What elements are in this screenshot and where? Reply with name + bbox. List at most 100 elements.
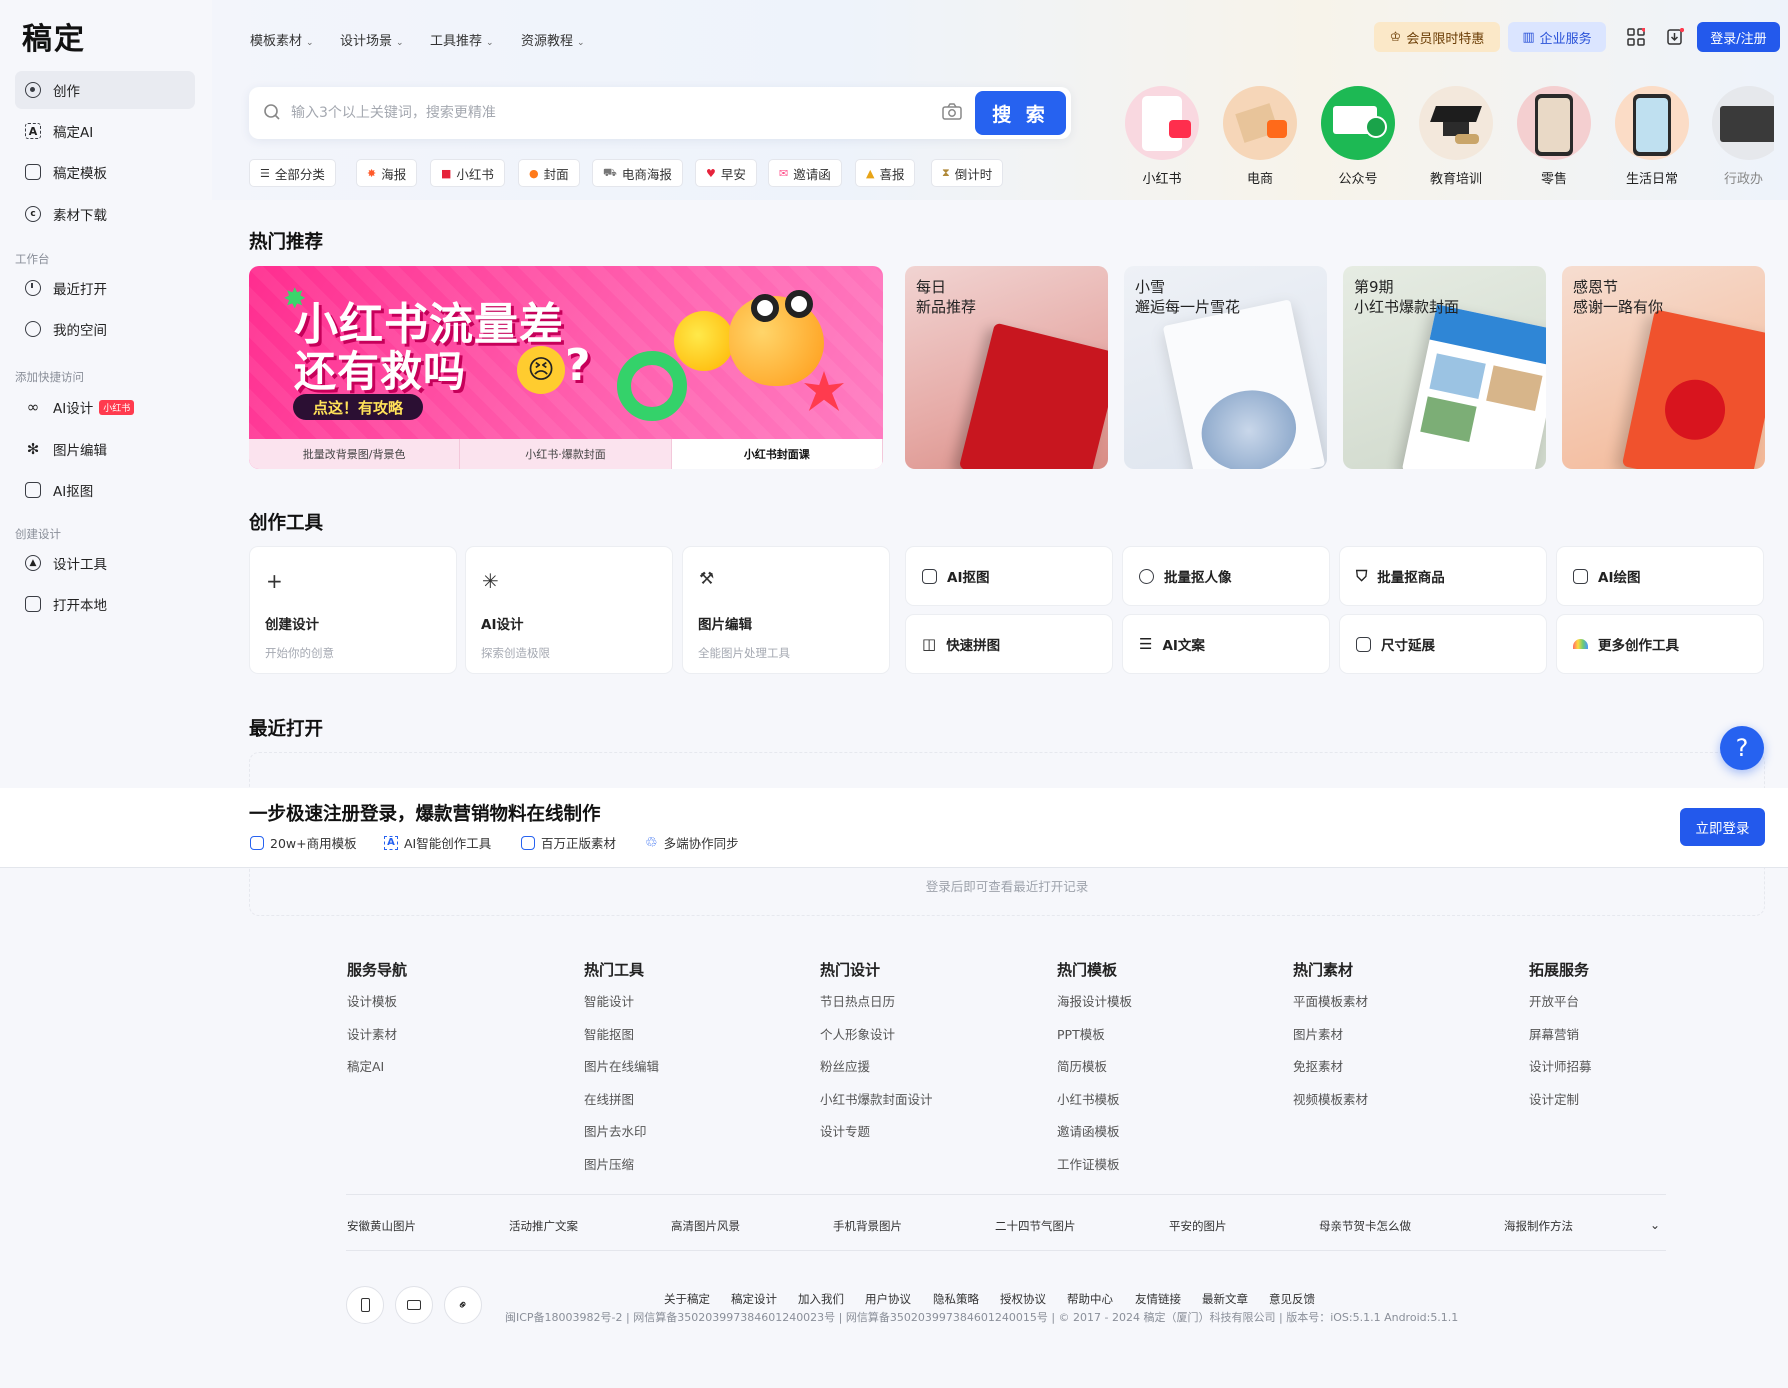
nav-menu-templates[interactable]: 模板素材 ⌄ [250,30,314,49]
nav-menu-tools[interactable]: 工具推荐 ⌄ [430,30,494,49]
footer-link[interactable]: 小红书爆款封面设计 [820,1089,933,1122]
chevron-down-icon[interactable]: ⌄ [1650,1218,1660,1232]
footer-link[interactable]: 简历模板 [1057,1056,1132,1089]
tool-ai-design[interactable]: ✳ AI设计 探索创造极限 [465,546,673,674]
chip-ecommerce-poster[interactable]: ⛟ 电商海报 [592,159,683,187]
footer-bottom-link[interactable]: 意见反馈 [1269,1291,1315,1307]
hero-banner[interactable]: ✸ 小红书流量差 还有救吗 😣 ? 点这！有攻略 批量改背景图/背景色 小红书·… [249,266,883,469]
chip-countdown[interactable]: ⧗ 倒计时 [931,159,1004,187]
keyword-link[interactable]: 母亲节贺卡怎么做 [1319,1218,1411,1234]
chip-all-categories[interactable]: ☰ 全部分类 [249,159,336,187]
tool-more-tools[interactable]: 更多创作工具 [1556,614,1764,674]
footer-link[interactable]: 设计模板 [347,991,407,1024]
keyword-link[interactable]: 海报制作方法 [1504,1218,1573,1234]
login-now-button[interactable]: 立即登录 [1680,808,1765,846]
category-official-account[interactable]: 公众号 [1320,86,1396,187]
chip-poster[interactable]: ✸ 海报 [356,159,418,187]
footer-link[interactable]: 设计素材 [347,1024,407,1057]
sidebar-item-ai-cutout[interactable]: AI抠图 [15,471,195,509]
category-retail[interactable]: 零售 [1516,86,1592,187]
keyword-link[interactable]: 安徽黄山图片 [347,1218,416,1234]
tool-create-design[interactable]: + 创建设计 开始你的创意 [249,546,457,674]
footer-link[interactable]: 设计定制 [1529,1089,1592,1122]
footer-link[interactable]: 工作证模板 [1057,1154,1132,1187]
footer-bottom-link[interactable]: 加入我们 [798,1291,844,1307]
footer-bottom-link[interactable]: 帮助中心 [1067,1291,1113,1307]
footer-bottom-link[interactable]: 用户协议 [865,1291,911,1307]
download-icon[interactable] [1666,27,1685,46]
footer-link[interactable]: 图片压缩 [584,1154,659,1187]
footer-link[interactable]: PPT模板 [1057,1024,1132,1057]
banner-cta[interactable]: 点这！有攻略 [293,394,423,420]
sidebar-item-ai-design[interactable]: ∞ AI设计 小红书 [15,388,195,426]
footer-link[interactable]: 图片去水印 [584,1121,659,1154]
footer-bottom-link[interactable]: 最新文章 [1202,1291,1248,1307]
footer-link[interactable]: 视频模板素材 [1293,1089,1368,1122]
apps-grid-icon[interactable] [1627,27,1647,46]
camera-icon[interactable] [942,103,962,125]
help-button[interactable]: ? [1720,726,1764,770]
footer-link[interactable]: 节日热点日历 [820,991,933,1024]
chip-invitation[interactable]: ✉ 邀请函 [768,159,842,187]
sidebar-item-create[interactable]: 创作 [15,71,195,109]
chip-good-news[interactable]: ▲ 喜报 [855,159,916,187]
keyword-link[interactable]: 活动推广文案 [509,1218,578,1234]
nav-menu-resources[interactable]: 资源教程 ⌄ [521,30,585,49]
sidebar-item-design-tools[interactable]: ▲ 设计工具 [15,544,195,582]
tool-batch-product-cutout[interactable]: ⛉ 批量抠商品 [1339,546,1547,606]
tool-batch-portrait-cutout[interactable]: 批量抠人像 [1122,546,1330,606]
hot-card-daily-new[interactable]: 每日 新品推荐 [905,266,1108,469]
footer-link[interactable]: 屏幕营销 [1529,1024,1592,1057]
tool-ai-cutout[interactable]: AI抠图 [905,546,1113,606]
sidebar-item-recent[interactable]: 最近打开 [15,269,195,307]
footer-bottom-link[interactable]: 友情链接 [1135,1291,1181,1307]
tool-resize-extend[interactable]: 尺寸延展 [1339,614,1547,674]
sidebar-item-gaoding-ai[interactable]: A 稿定AI [15,112,195,150]
footer-link[interactable]: 智能抠图 [584,1024,659,1057]
chip-xiaohongshu[interactable]: ■ 小红书 [430,159,505,187]
keyword-link[interactable]: 手机背景图片 [833,1218,902,1234]
chip-cover[interactable]: ● 封面 [518,159,580,187]
footer-link[interactable]: 稿定AI [347,1056,407,1089]
footer-link[interactable]: 设计师招募 [1529,1056,1592,1089]
mobile-icon[interactable] [346,1286,384,1324]
footer-bottom-link[interactable]: 隐私策略 [933,1291,979,1307]
category-xiaohongshu[interactable]: 小红书 [1124,86,1200,187]
keyword-link[interactable]: 高清图片风景 [671,1218,740,1234]
banner-tab[interactable]: 批量改背景图/背景色 [249,439,461,469]
footer-link[interactable]: 图片在线编辑 [584,1056,659,1089]
search-input[interactable] [291,99,891,127]
sidebar-item-templates[interactable]: 稿定模板 [15,153,195,191]
footer-link[interactable]: 设计专题 [820,1121,933,1154]
category-education[interactable]: 教育培训 [1418,86,1494,187]
tool-ai-draw[interactable]: AI绘图 [1556,546,1764,606]
footer-bottom-link[interactable]: 稿定设计 [731,1291,777,1307]
footer-bottom-link[interactable]: 授权协议 [1000,1291,1046,1307]
category-ecommerce[interactable]: 电商 [1222,86,1298,187]
tool-ai-copywriting[interactable]: ☰ AI文案 [1122,614,1330,674]
tool-image-edit[interactable]: ⚒ 图片编辑 全能图片处理工具 [682,546,890,674]
keyword-link[interactable]: 平安的图片 [1169,1218,1227,1234]
footer-link[interactable]: 在线拼图 [584,1089,659,1122]
sidebar-item-assets[interactable]: c 素材下载 [15,195,195,233]
brand-logo[interactable]: 稿定 [22,14,86,58]
footer-link[interactable]: 粉丝应援 [820,1056,933,1089]
login-register-button[interactable]: 登录/注册 [1697,22,1780,52]
footer-link[interactable]: 邀请函模板 [1057,1121,1132,1154]
keyword-link[interactable]: 二十四节气图片 [995,1218,1076,1234]
tool-quick-collage[interactable]: ◫ 快速拼图 [905,614,1113,674]
banner-tab-active[interactable]: 小红书封面课 [671,439,883,469]
footer-link[interactable]: 免抠素材 [1293,1056,1368,1089]
footer-link[interactable]: 图片素材 [1293,1024,1368,1057]
footer-link[interactable]: 智能设计 [584,991,659,1024]
footer-link[interactable]: 海报设计模板 [1057,991,1132,1024]
sidebar-item-open-local[interactable]: 打开本地 [15,585,195,623]
footer-link[interactable]: 开放平台 [1529,991,1592,1024]
footer-bottom-link[interactable]: 关于稿定 [664,1291,710,1307]
category-admin[interactable]: 行政办 [1712,86,1774,187]
search-button[interactable]: 搜 索 [975,91,1066,135]
nav-menu-scenes[interactable]: 设计场景 ⌄ [340,30,404,49]
footer-link[interactable]: 平面模板素材 [1293,991,1368,1024]
chip-morning[interactable]: ♥ 早安 [695,159,757,187]
footer-link[interactable]: 个人形象设计 [820,1024,933,1057]
